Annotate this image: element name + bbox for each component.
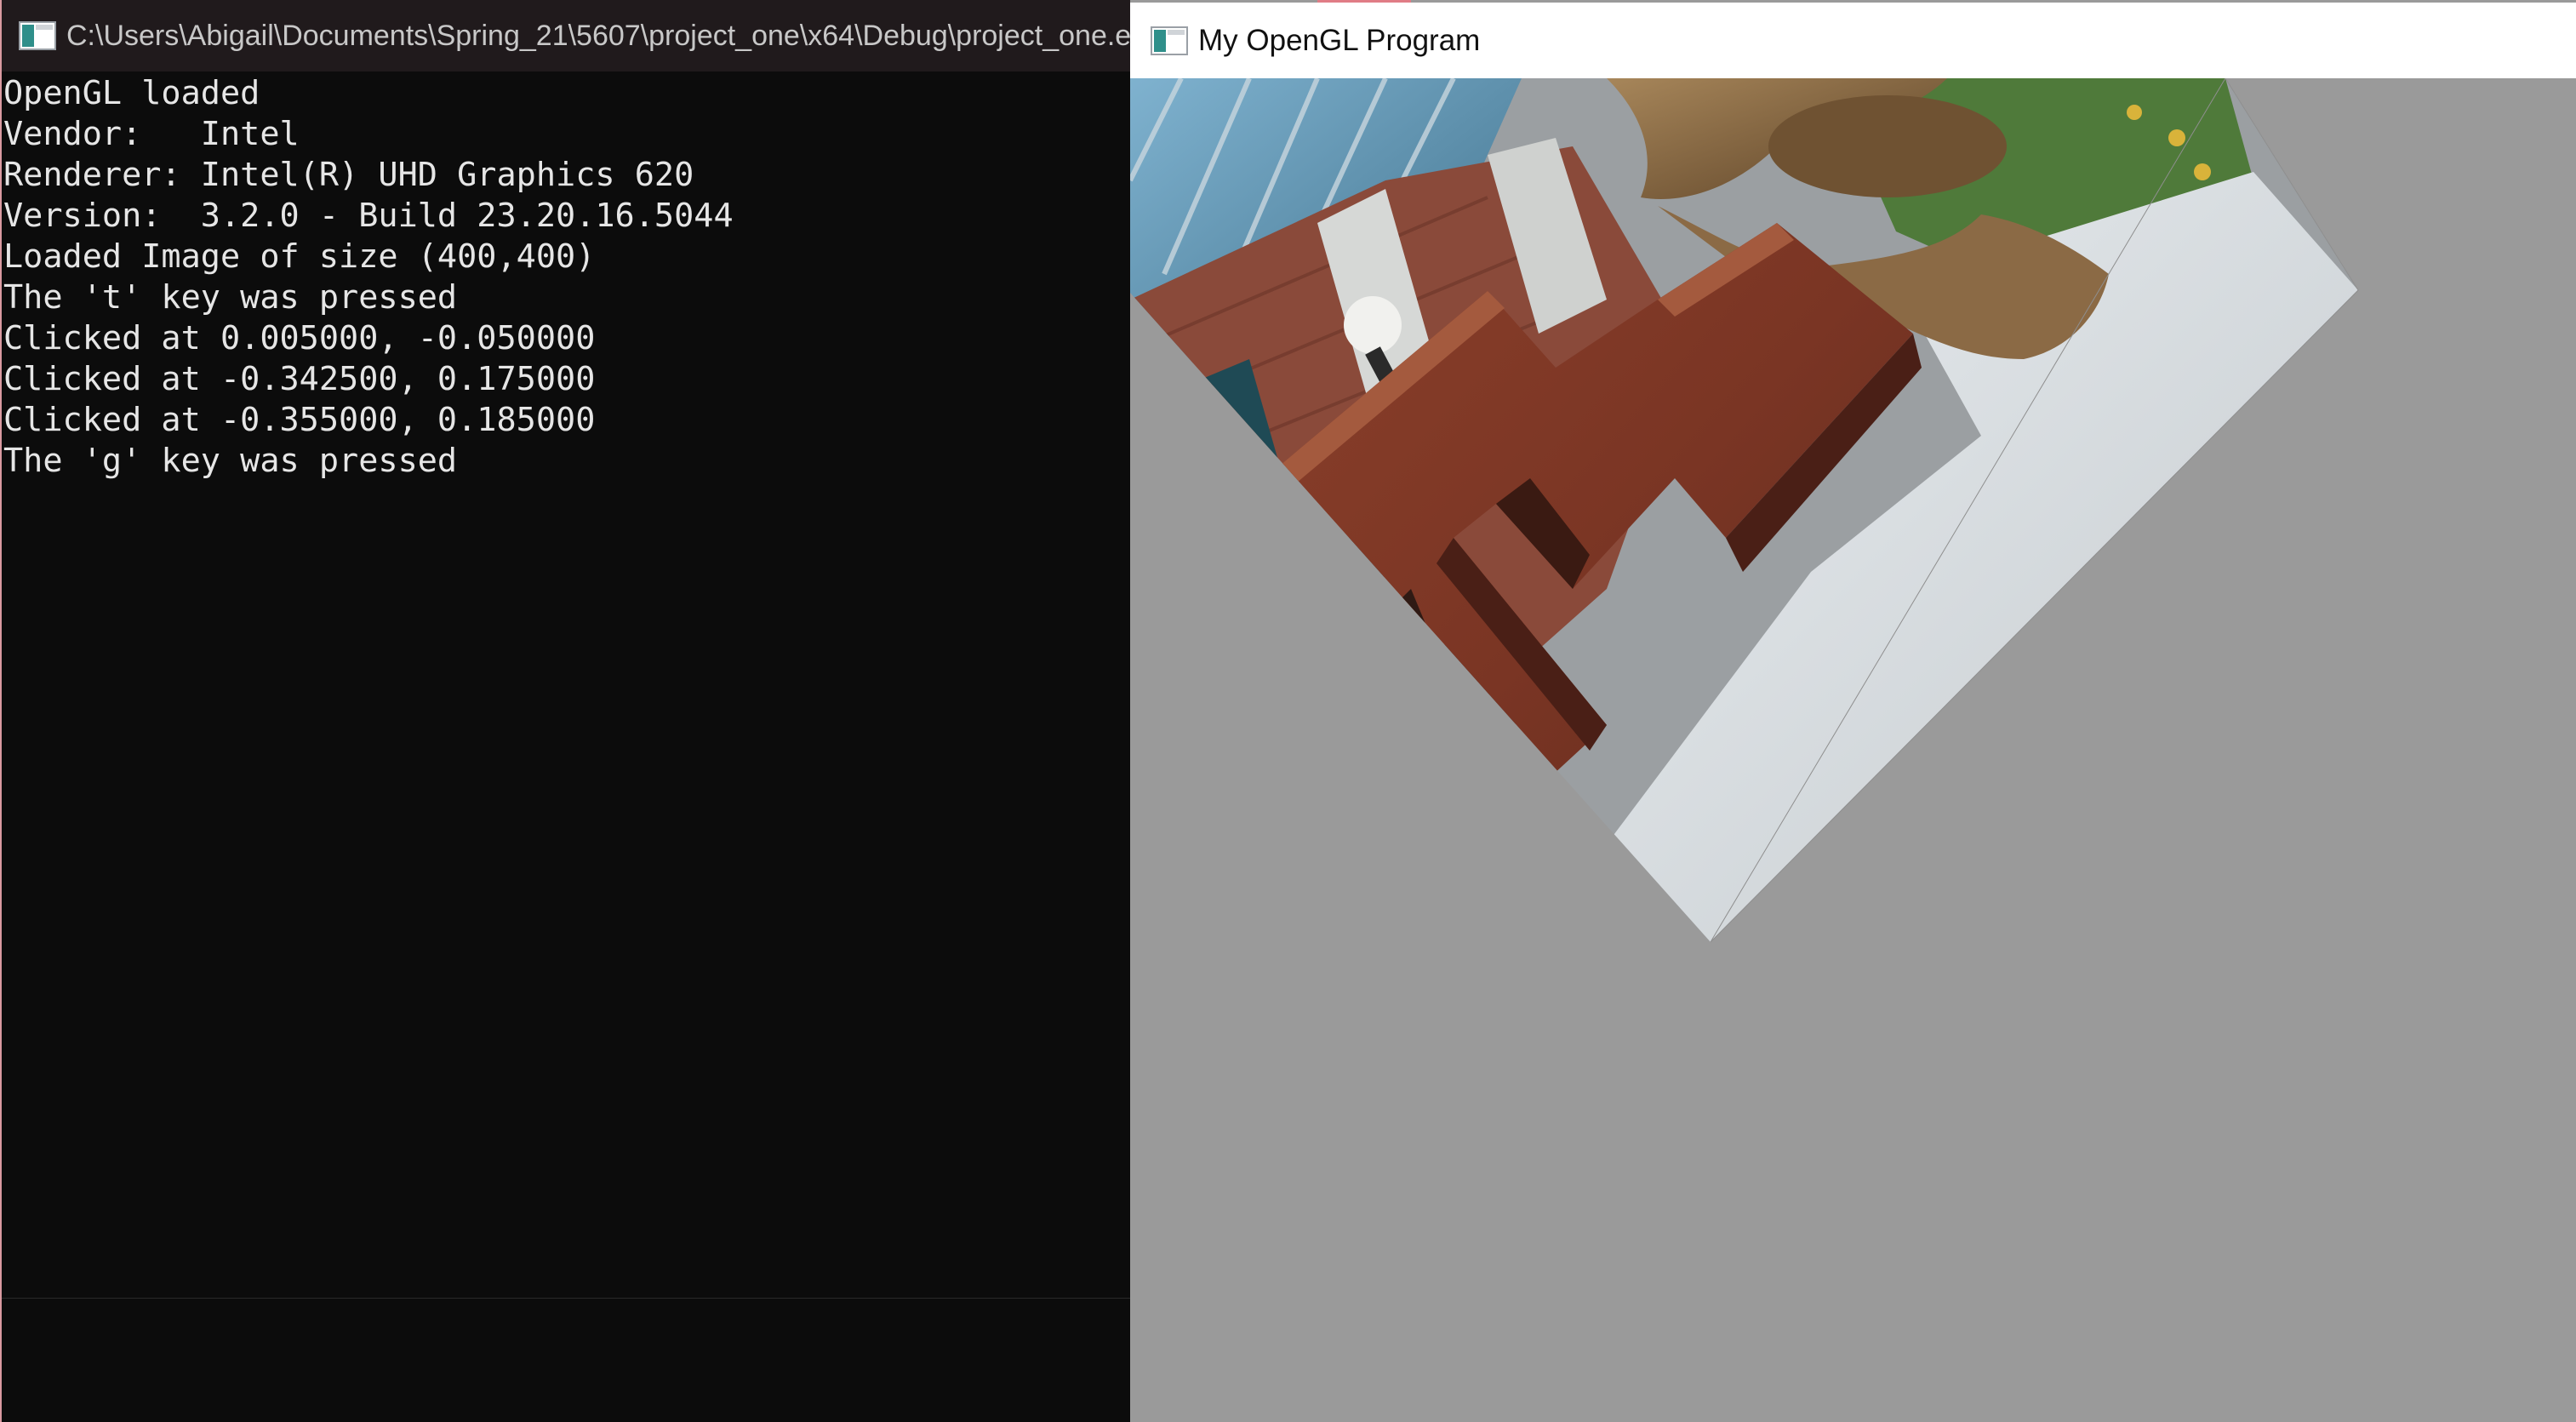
console-titlebar[interactable]: C:\Users\Abigail\Documents\Spring_21\560… [2, 0, 1132, 71]
console-window[interactable]: C:\Users\Abigail\Documents\Spring_21\560… [0, 0, 1132, 1422]
desktop: C:\Users\Abigail\Documents\Spring_21\560… [0, 0, 2576, 1422]
console-line: Clicked at 0.005000, -0.050000 [3, 319, 596, 357]
opengl-titlebar[interactable]: My OpenGL Program [1130, 3, 2576, 78]
console-line: The 't' key was pressed [3, 278, 458, 317]
opengl-viewport[interactable] [1130, 78, 2576, 1422]
console-line: Clicked at -0.342500, 0.175000 [3, 360, 596, 398]
console-app-icon [19, 21, 56, 50]
console-window-title: C:\Users\Abigail\Documents\Spring_21\560… [66, 19, 1132, 52]
console-output[interactable]: OpenGL loaded Vendor: Intel Renderer: Inte… [2, 71, 1130, 1297]
console-line: OpenGL loaded [3, 74, 260, 112]
console-line: Loaded Image of size (400,400) [3, 237, 596, 276]
console-line: Version: 3.2.0 - Build 23.20.16.5044 [3, 197, 734, 235]
console-line: Vendor: Intel [3, 115, 300, 153]
console-bottom-area [2, 1298, 1130, 1422]
console-line: The 'g' key was pressed [3, 442, 458, 480]
opengl-window[interactable]: My OpenGL Program [1130, 0, 2576, 1422]
opengl-app-icon [1151, 26, 1188, 55]
console-line: Clicked at -0.355000, 0.185000 [3, 401, 596, 439]
texture-image [1130, 78, 2358, 942]
rendered-texture-quad [1130, 78, 2359, 943]
console-line: Renderer: Intel(R) UHD Graphics 620 [3, 156, 694, 194]
opengl-window-title: My OpenGL Program [1198, 23, 1481, 57]
